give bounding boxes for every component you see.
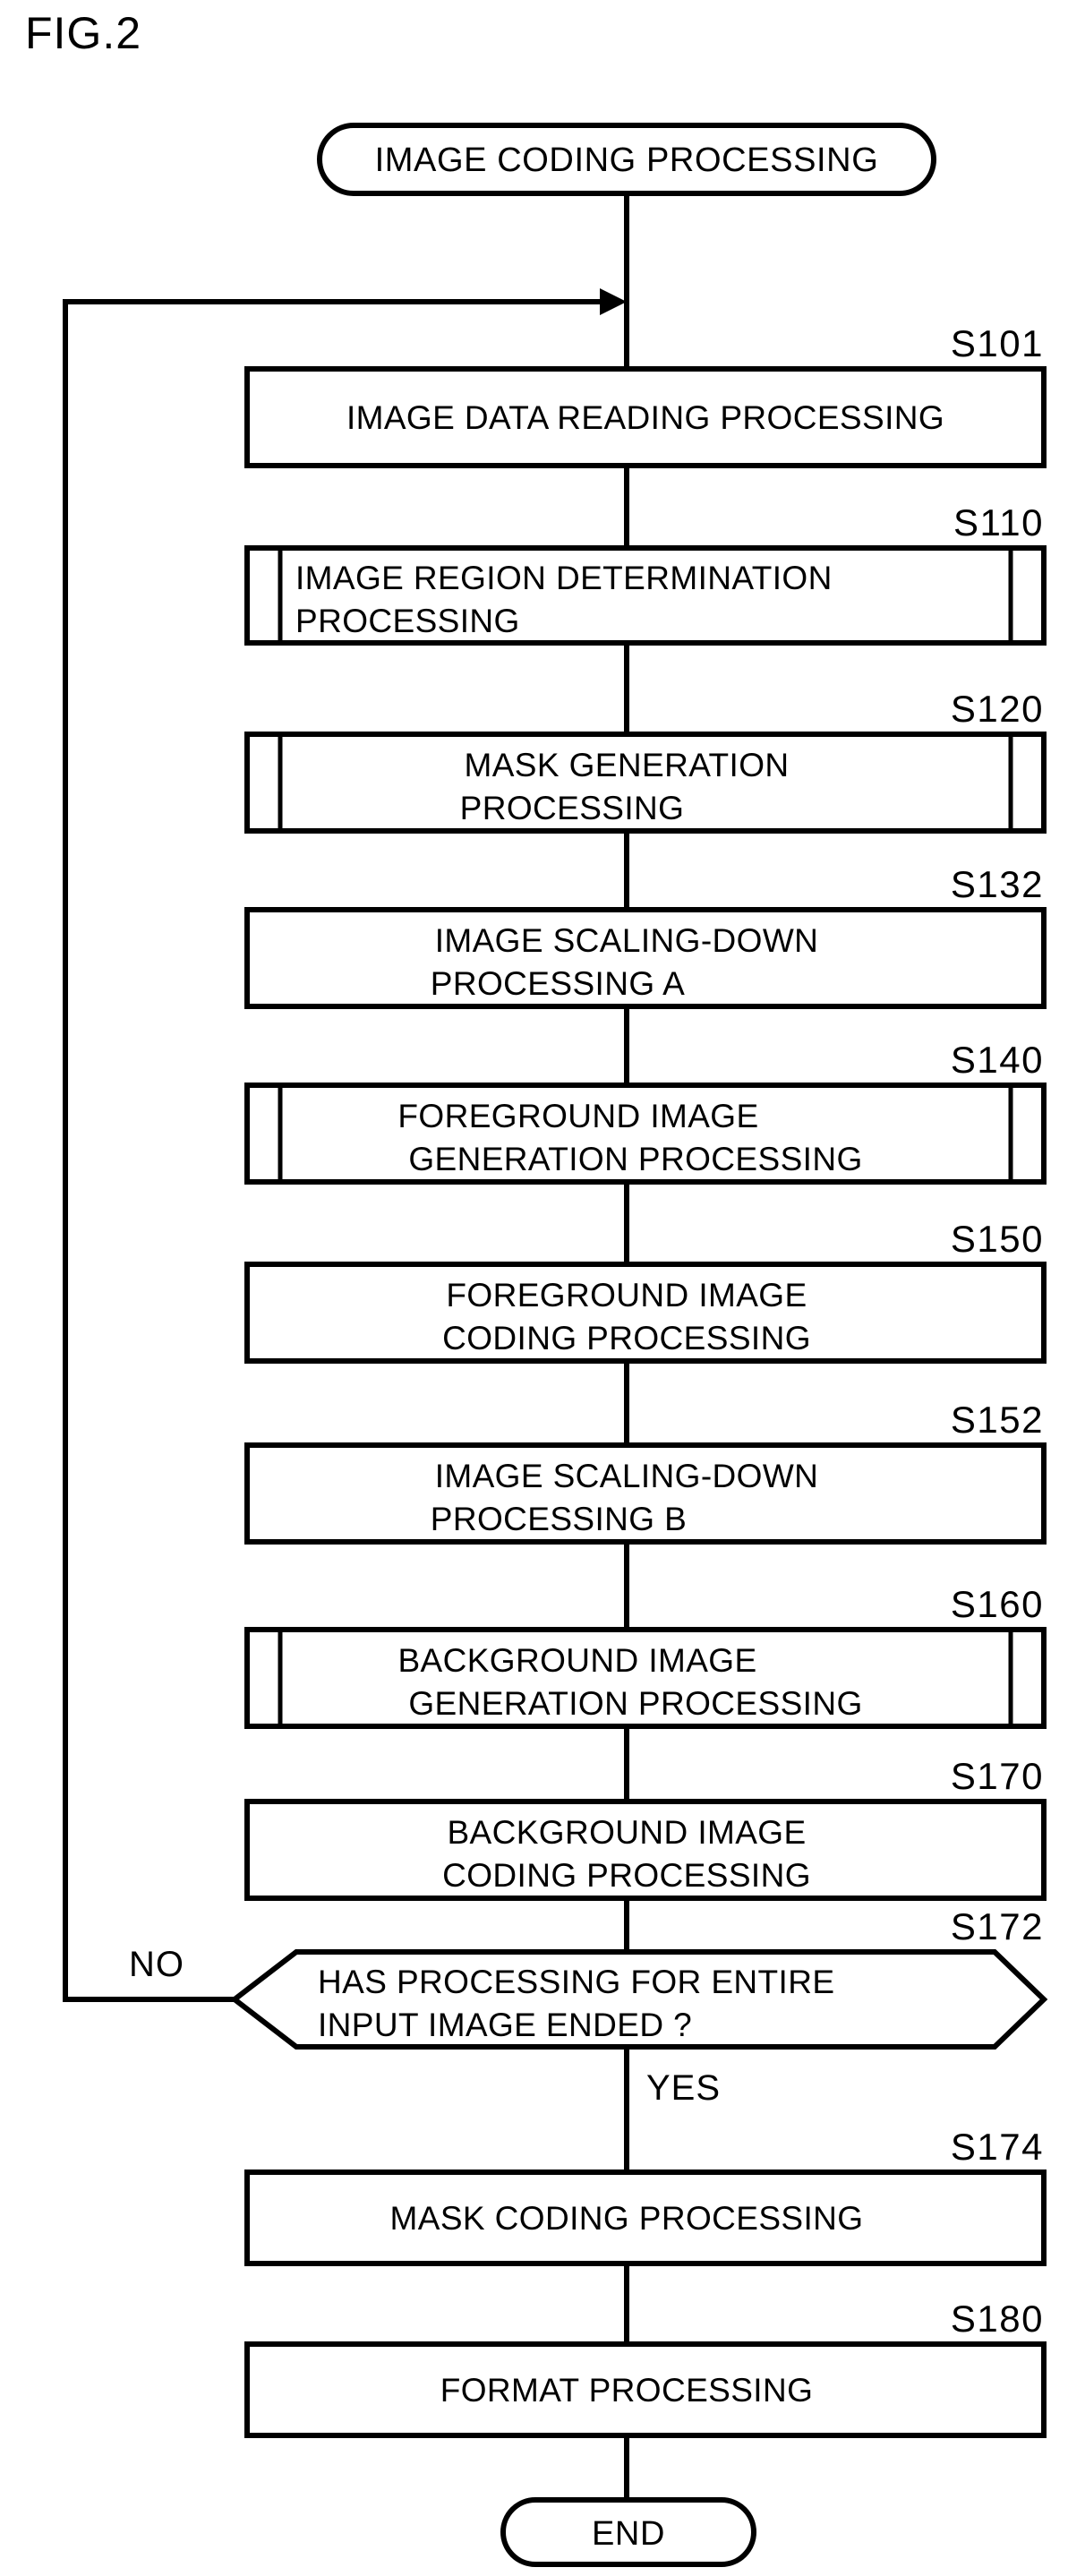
step-label-s170-line2: CODING PROCESSING [442,1857,811,1894]
step-label-s170-line1: BACKGROUND IMAGE [447,1814,806,1851]
step-id-s101: S101 [951,322,1044,364]
step-s160: S160 BACKGROUND IMAGE GENERATION PROCESS… [244,1583,1047,1729]
step-label-s160-line1: BACKGROUND IMAGE [397,1642,756,1679]
step-label-s132-line1: IMAGE SCALING-DOWN [435,922,819,959]
step-label-s140-line2: GENERATION PROCESSING [408,1141,862,1177]
step-id-s132: S132 [951,863,1044,905]
step-s140: S140 FOREGROUND IMAGE GENERATION PROCESS… [244,1039,1047,1185]
step-s174: S174 MASK CODING PROCESSING [244,2126,1047,2266]
step-s110: S110 IMAGE REGION DETERMINATION PROCESSI… [244,501,1047,646]
step-label-s160-line2: GENERATION PROCESSING [408,1685,862,1722]
step-label-s120-line2: PROCESSING [460,790,685,826]
step-label-s120-line1: MASK GENERATION [464,747,789,783]
flowchart-canvas: IMAGE CODING PROCESSING S101 IMAGE DATA … [63,123,1048,2567]
end-terminator-label: END [592,2515,665,2553]
step-label-s101-line1: IMAGE DATA READING PROCESSING [346,399,944,436]
figure-root: FIG.2 IMAGE CODING PROCESSING S101 IMAGE… [0,0,1068,2576]
step-id-s120: S120 [951,688,1044,730]
step-id-s152: S152 [951,1399,1044,1441]
step-label-s150-line1: FOREGROUND IMAGE [446,1277,807,1314]
step-id-s180: S180 [951,2298,1044,2340]
step-label-s110-line1: IMAGE REGION DETERMINATION [295,560,833,596]
step-id-s160: S160 [951,1583,1044,1625]
step-label-s172-line1: HAS PROCESSING FOR ENTIRE [318,1964,834,2000]
step-id-s170: S170 [951,1755,1044,1797]
start-terminator-label: IMAGE CODING PROCESSING [375,141,879,179]
step-id-s172: S172 [951,1905,1044,1947]
step-label-s140-line1: FOREGROUND IMAGE [397,1098,758,1134]
step-id-s150: S150 [951,1218,1044,1260]
step-s150: S150 FOREGROUND IMAGE CODING PROCESSING [244,1218,1047,1364]
step-label-s172-line2: INPUT IMAGE ENDED ? [318,2007,692,2043]
loop-back-arrowhead [600,288,627,315]
step-id-s174: S174 [951,2126,1044,2168]
branch-label-no: NO [129,1945,184,1984]
step-s101: S101 IMAGE DATA READING PROCESSING [244,322,1047,468]
step-label-s152-line2: PROCESSING B [431,1501,687,1537]
step-label-s132-line2: PROCESSING A [431,965,685,1002]
step-id-s110: S110 [953,501,1044,543]
step-s132: S132 IMAGE SCALING-DOWN PROCESSING A [244,863,1047,1009]
step-s120: S120 MASK GENERATION PROCESSING [244,688,1047,834]
branch-label-yes: YES [646,2068,721,2108]
step-id-s140: S140 [951,1039,1044,1081]
step-s170: S170 BACKGROUND IMAGE CODING PROCESSING [244,1755,1047,1901]
step-label-s150-line2: CODING PROCESSING [442,1320,811,1356]
step-label-s174-line1: MASK CODING PROCESSING [390,2200,864,2237]
end-terminator: END [500,2497,756,2567]
figure-label: FIG.2 [25,8,142,58]
step-label-s180-line1: FORMAT PROCESSING [440,2372,814,2409]
step-s180: S180 FORMAT PROCESSING [244,2298,1047,2438]
step-label-s110-line2: PROCESSING [295,603,520,639]
step-label-s152-line1: IMAGE SCALING-DOWN [435,1458,819,1494]
step-s172: S172 HAS PROCESSING FOR ENTIRE INPUT IMA… [129,1905,1048,2108]
step-s152: S152 IMAGE SCALING-DOWN PROCESSING B [244,1399,1047,1545]
start-terminator: IMAGE CODING PROCESSING [317,123,936,196]
